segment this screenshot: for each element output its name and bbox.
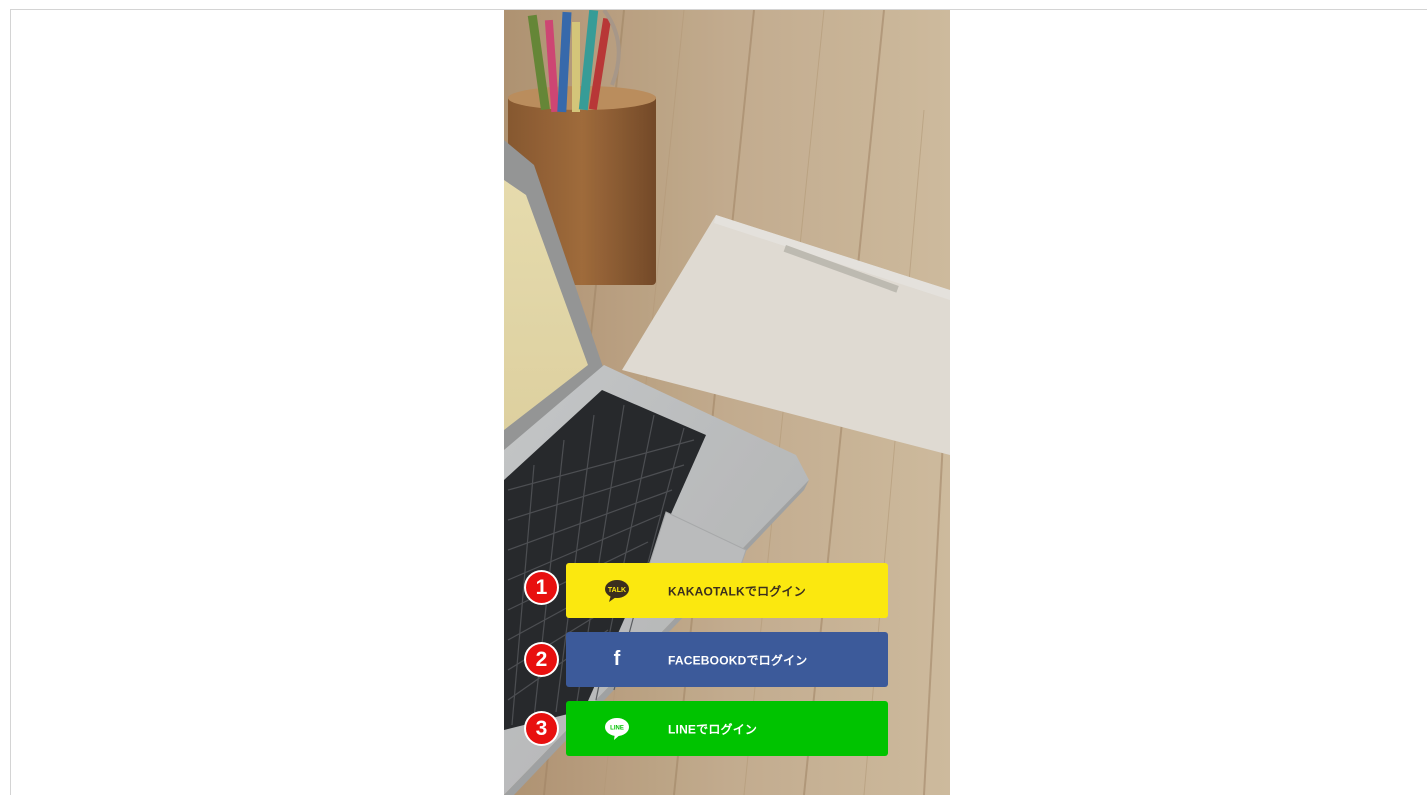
annotation-marker-2: 2: [526, 644, 557, 675]
facebook-icon: f: [604, 647, 630, 673]
kakaotalk-icon: TALK: [604, 578, 630, 604]
facebook-login-label: FACEBOOKDでログイン: [668, 653, 808, 667]
kakaotalk-icon-text: TALK: [608, 587, 626, 594]
annotation-marker-1: 1: [526, 572, 557, 603]
kakaotalk-login-button[interactable]: TALK KAKAOTALKでログイン: [566, 563, 888, 618]
facebook-icon-glyph: f: [613, 648, 621, 670]
line-login-label: LINEでログイン: [668, 722, 758, 736]
line-login-button[interactable]: LINE LINEでログイン: [566, 701, 888, 756]
line-icon: LINE: [604, 716, 630, 742]
annotation-marker-3: 3: [526, 713, 557, 744]
mobile-login-screen: TALK KAKAOTALKでログイン f FACEBOOKDでログイン LIN…: [504, 10, 950, 795]
kakaotalk-login-label: KAKAOTALKでログイン: [668, 584, 806, 598]
line-icon-text: LINE: [610, 725, 624, 731]
facebook-login-button[interactable]: f FACEBOOKDでログイン: [566, 632, 888, 687]
